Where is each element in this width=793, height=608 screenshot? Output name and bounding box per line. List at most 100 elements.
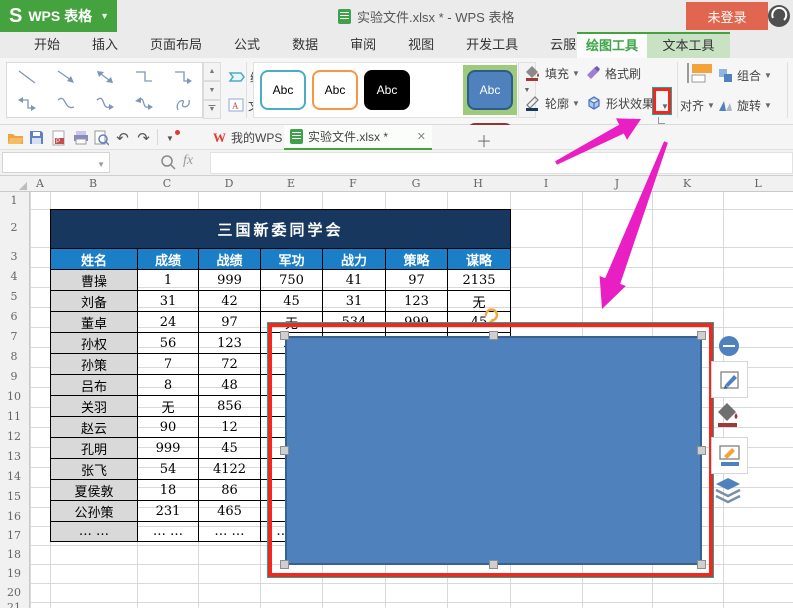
cell[interactable]: 750 xyxy=(261,270,323,291)
name-box[interactable]: ▼ xyxy=(2,152,110,173)
cell[interactable]: 48 xyxy=(199,375,261,396)
tab-insert[interactable]: 插入 xyxy=(76,32,134,58)
curved-arrow-connector-icon[interactable] xyxy=(85,90,124,117)
name-cell[interactable]: 孔明 xyxy=(51,438,138,459)
style-abc-orange[interactable]: Abc xyxy=(312,70,358,110)
style-abc-teal[interactable]: Abc xyxy=(260,70,306,110)
inserted-rectangle-shape[interactable] xyxy=(285,336,702,565)
cell[interactable]: 97 xyxy=(199,312,261,333)
tab-review[interactable]: 审阅 xyxy=(334,32,392,58)
formula-input[interactable] xyxy=(210,152,793,174)
col-E[interactable]: E xyxy=(271,176,311,191)
elbow-arrow-connector-icon[interactable] xyxy=(163,63,202,90)
name-cell[interactable]: 孙权 xyxy=(51,333,138,354)
cell[interactable]: 无 xyxy=(261,312,323,333)
name-cell[interactable]: 吕布 xyxy=(51,375,138,396)
close-icon[interactable]: ✕ xyxy=(417,130,426,143)
cell[interactable]: 45 xyxy=(448,312,511,333)
cell[interactable]: 534 xyxy=(323,312,386,333)
cell[interactable]: 856 xyxy=(199,396,261,417)
resize-handle-top-center[interactable] xyxy=(489,331,498,340)
gallery-more-icon[interactable]: ▼ xyxy=(203,100,221,119)
name-cell[interactable]: 刘备 xyxy=(51,291,138,312)
tab-page-layout[interactable]: 页面布局 xyxy=(134,32,218,58)
row-5[interactable]: 5 xyxy=(0,287,28,307)
name-cell[interactable]: 夏侯敦 xyxy=(51,480,138,501)
cell[interactable]: 24 xyxy=(138,312,199,333)
shape-effects-button[interactable]: 形状效果 xyxy=(585,92,654,114)
gallery-scroll-down-icon[interactable]: ▼ xyxy=(203,81,221,100)
arrange-layers-quick-icon[interactable] xyxy=(714,476,742,506)
row-9[interactable]: 9 xyxy=(0,367,28,387)
toolbar-customize-icon[interactable]: ▼ xyxy=(162,128,182,147)
header-cell[interactable]: 成绩 xyxy=(138,249,199,270)
collapse-panel-button[interactable] xyxy=(719,336,739,356)
magnifier-icon[interactable] xyxy=(160,154,177,171)
col-J[interactable]: J xyxy=(597,176,637,191)
col-L[interactable]: L xyxy=(738,176,778,191)
resize-handle-bottom-left[interactable] xyxy=(280,560,289,569)
print-preview-icon[interactable] xyxy=(92,128,111,147)
col-I[interactable]: I xyxy=(526,176,566,191)
name-cell[interactable]: 赵云 xyxy=(51,417,138,438)
outline-color-quick-button[interactable] xyxy=(711,437,748,474)
print-icon[interactable] xyxy=(71,128,90,147)
cell[interactable]: 56 xyxy=(138,333,199,354)
save-icon[interactable] xyxy=(27,128,46,147)
gallery-scroll-up-icon[interactable]: ▲ xyxy=(203,62,221,81)
undo-icon[interactable]: ↶ xyxy=(113,128,132,147)
login-button[interactable]: 未登录 xyxy=(686,2,768,30)
col-B[interactable]: B xyxy=(73,176,113,191)
outline-button[interactable]: 轮廓 ▼ xyxy=(524,92,580,114)
skin-theme-button[interactable] xyxy=(768,5,790,27)
row-20[interactable]: 20 xyxy=(0,583,28,602)
cell[interactable]: 无 xyxy=(448,291,511,312)
tab-formulas[interactable]: 公式 xyxy=(218,32,276,58)
resize-handle-bottom-right[interactable] xyxy=(697,560,706,569)
row-18[interactable]: 18 xyxy=(0,545,28,564)
cell[interactable]: 54 xyxy=(138,459,199,480)
row-14[interactable]: 14 xyxy=(0,467,28,487)
format-painter-button[interactable]: 格式刷 xyxy=(585,62,641,84)
header-cell[interactable]: 军功 xyxy=(261,249,323,270)
tab-text-tools[interactable]: 文本工具 xyxy=(647,34,730,58)
tab-view[interactable]: 视图 xyxy=(392,32,450,58)
cell[interactable]: 7 xyxy=(138,354,199,375)
redo-icon[interactable]: ↷ xyxy=(134,128,153,147)
cell[interactable]: 999 xyxy=(199,270,261,291)
fill-button[interactable]: 填充 ▼ xyxy=(524,62,580,84)
rotate-button[interactable]: 旋转 ▼ xyxy=(718,94,772,116)
fill-color-quick-icon[interactable] xyxy=(714,401,742,428)
elbow-connector-icon[interactable] xyxy=(124,63,163,90)
curved-connector-icon[interactable] xyxy=(46,90,85,117)
col-C[interactable]: C xyxy=(147,176,187,191)
shape-style-quick-button[interactable] xyxy=(711,361,748,398)
wps-logo-button[interactable]: S WPS 表格 ▼ xyxy=(0,0,117,32)
cell[interactable]: … … xyxy=(138,522,199,542)
row-6[interactable]: 6 xyxy=(0,307,28,327)
row-11[interactable]: 11 xyxy=(0,407,28,427)
cell[interactable]: 2135 xyxy=(448,270,511,291)
cell[interactable]: 231 xyxy=(138,501,199,522)
cell[interactable]: 31 xyxy=(138,291,199,312)
rotate-handle-icon[interactable] xyxy=(482,306,500,324)
cell[interactable]: 90 xyxy=(138,417,199,438)
fx-insert-function[interactable]: fx xyxy=(183,153,193,169)
row-1[interactable]: 1 xyxy=(0,192,28,209)
align-button[interactable]: 对齐 ▼ xyxy=(680,94,715,116)
cell[interactable]: … … xyxy=(199,522,261,542)
col-H[interactable]: H xyxy=(458,176,498,191)
style-abc-black[interactable]: Abc xyxy=(364,70,410,110)
cell[interactable]: 123 xyxy=(199,333,261,354)
name-cell[interactable]: 董卓 xyxy=(51,312,138,333)
header-cell[interactable]: 战绩 xyxy=(199,249,261,270)
cell[interactable]: 12 xyxy=(199,417,261,438)
col-K[interactable]: K xyxy=(667,176,707,191)
col-A[interactable]: A xyxy=(20,176,60,191)
header-cell[interactable]: 姓名 xyxy=(51,249,138,270)
cell[interactable]: 45 xyxy=(261,291,323,312)
freeform-shape-icon[interactable] xyxy=(163,90,202,117)
resize-handle-middle-right[interactable] xyxy=(697,446,706,455)
name-cell[interactable]: 关羽 xyxy=(51,396,138,417)
row-12[interactable]: 12 xyxy=(0,427,28,447)
